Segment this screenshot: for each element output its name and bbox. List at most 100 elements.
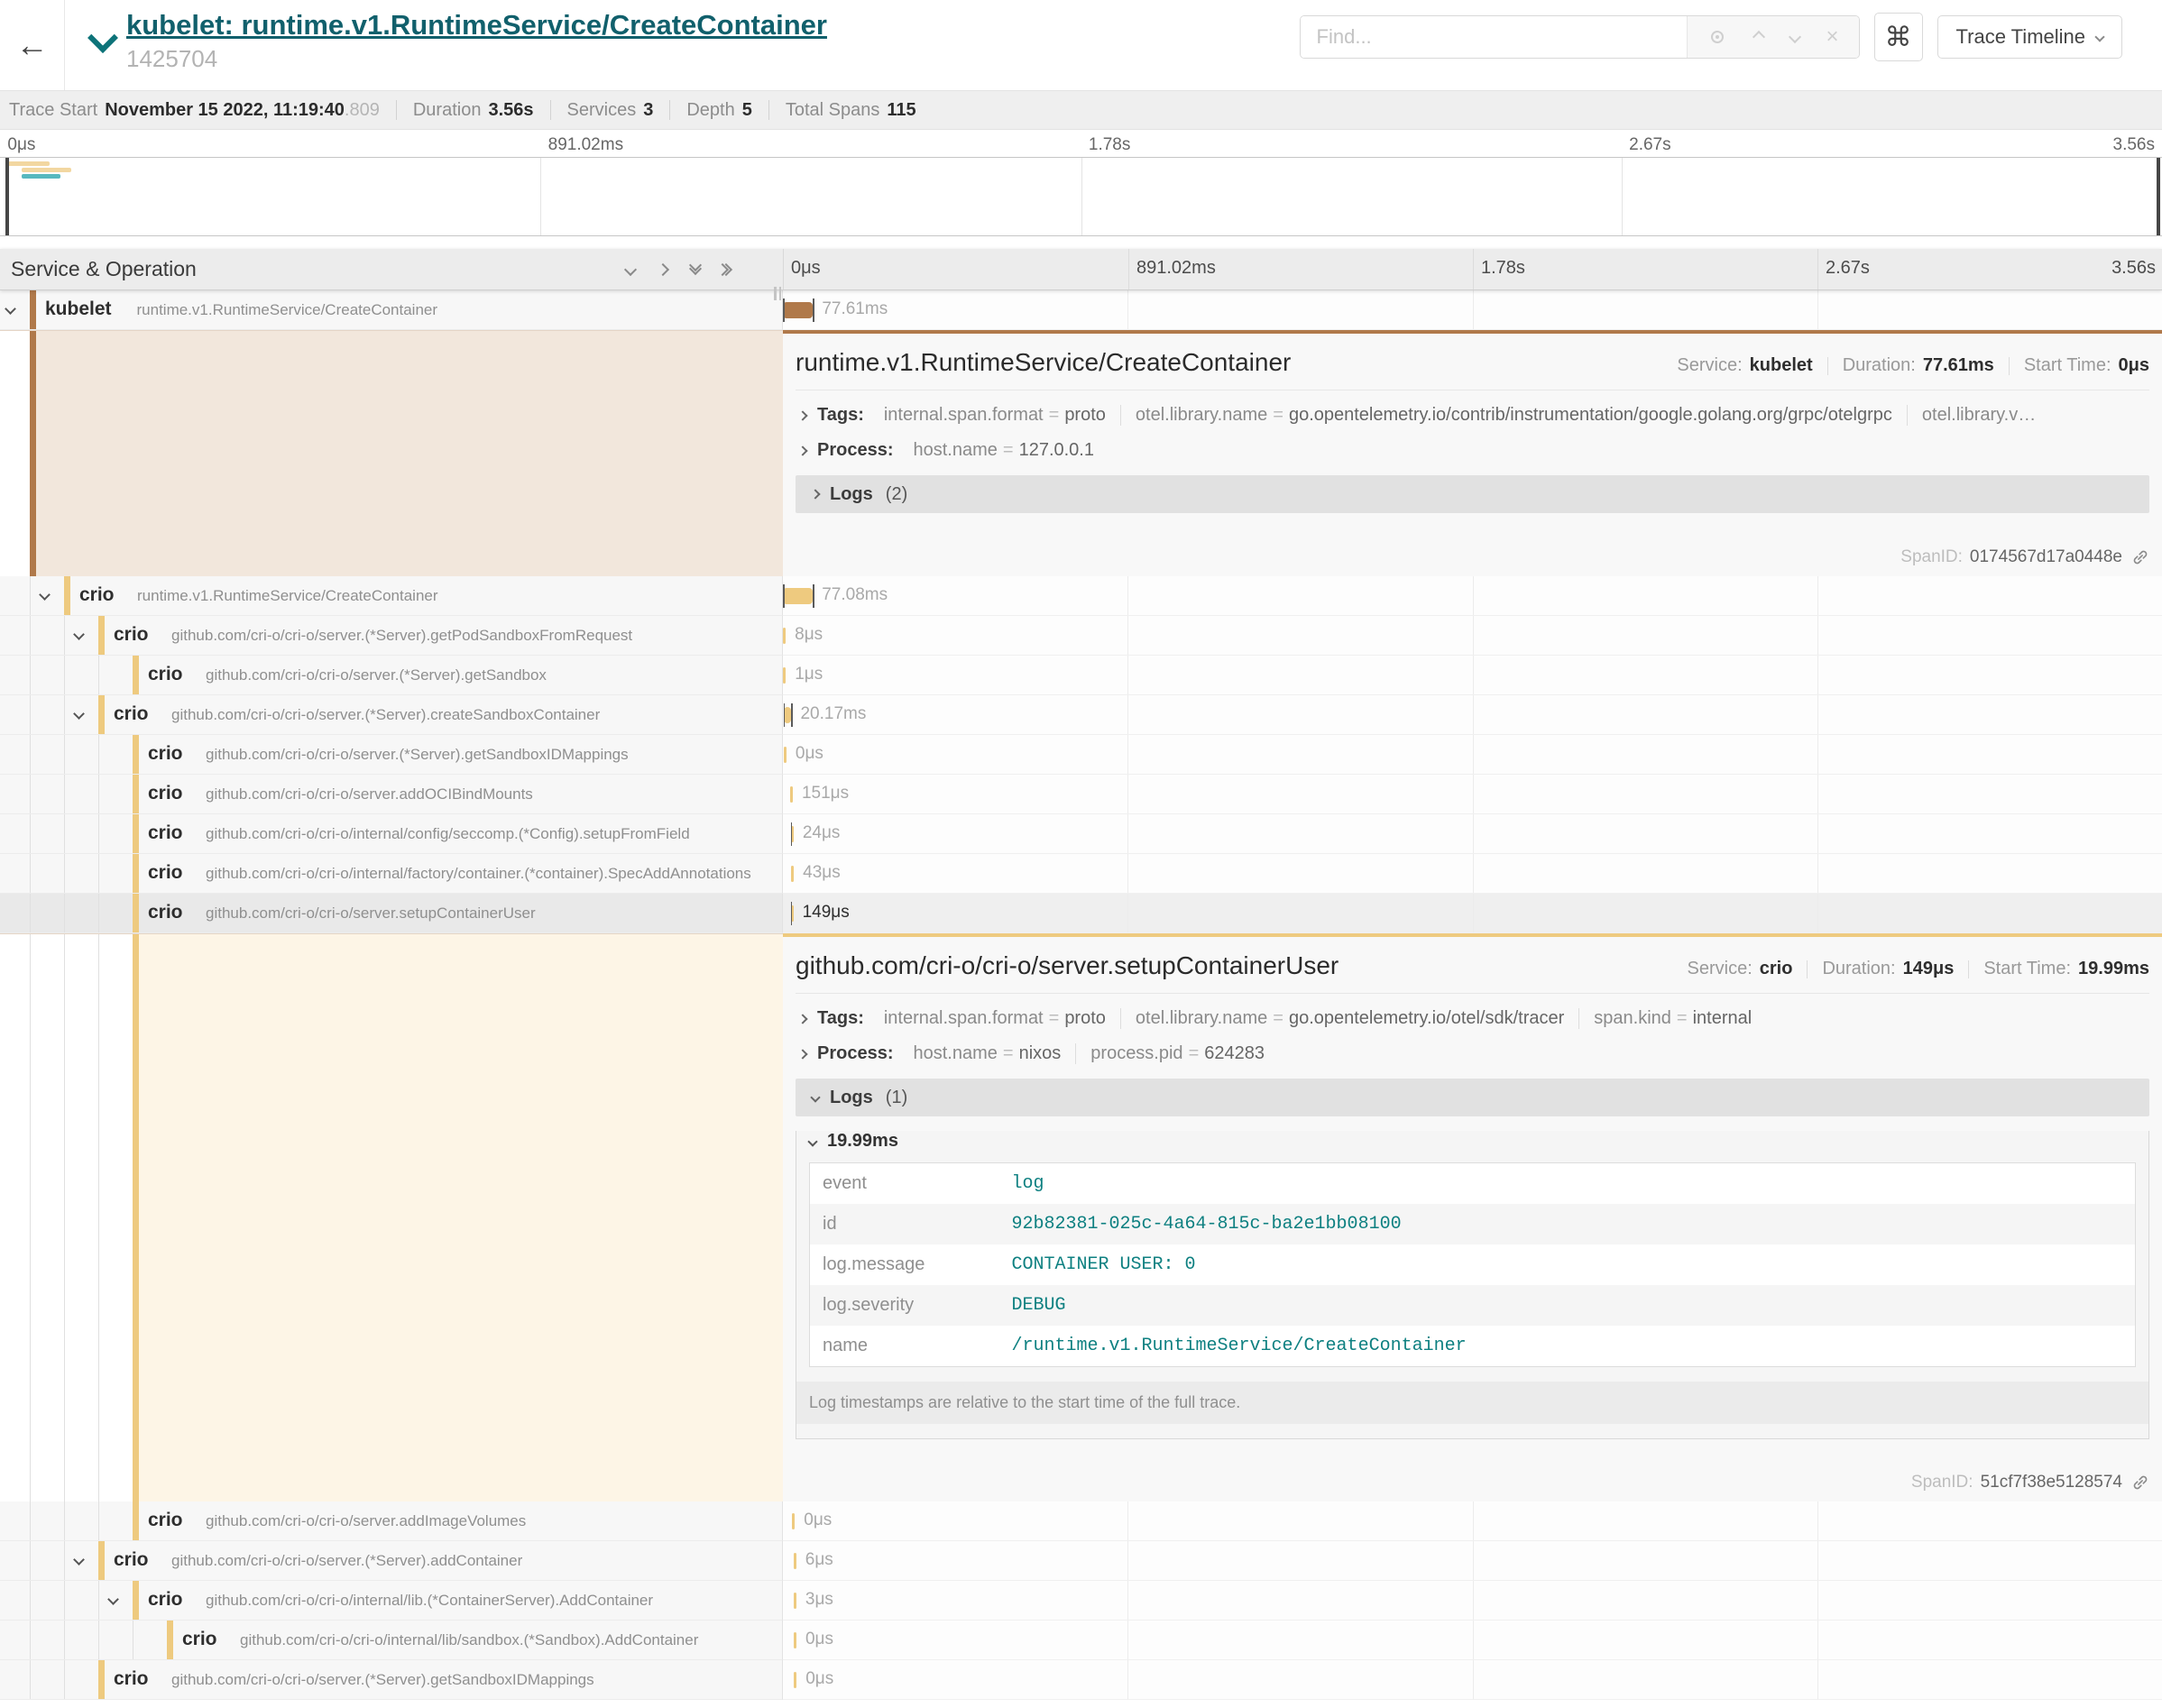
span-name-cell[interactable]: criogithub.com/cri-o/cri-o/server.(*Serv… xyxy=(0,1541,783,1581)
chevron-down-icon[interactable] xyxy=(5,303,16,315)
span-bar[interactable] xyxy=(791,866,794,882)
span-timeline-cell[interactable]: 77.61ms xyxy=(783,290,2162,330)
locate-icon[interactable] xyxy=(1707,27,1727,47)
span-row[interactable]: criogithub.com/cri-o/cri-o/server.(*Serv… xyxy=(0,1541,2162,1581)
span-row[interactable]: criogithub.com/cri-o/cri-o/server.addIma… xyxy=(0,1501,2162,1541)
span-row[interactable]: criogithub.com/cri-o/cri-o/server.setupC… xyxy=(0,894,2162,933)
span-name-cell[interactable]: criogithub.com/cri-o/cri-o/internal/lib.… xyxy=(0,1581,783,1621)
span-bar[interactable] xyxy=(794,1593,796,1609)
span-timeline-cell[interactable]: 3μs xyxy=(783,1581,2162,1621)
span-timeline-cell[interactable]: 0μs xyxy=(783,1501,2162,1541)
logs-section-collapsed[interactable]: Logs (2) xyxy=(796,475,2149,513)
tags-section[interactable]: Tags: internal.span.format=protootel.lib… xyxy=(796,405,2149,426)
tags-section[interactable]: Tags: internal.span.format=protootel.lib… xyxy=(796,1008,2149,1029)
back-button[interactable]: ← xyxy=(0,0,65,90)
span-bar[interactable] xyxy=(794,1672,796,1688)
find-input[interactable] xyxy=(1301,16,1687,58)
span-timeline-cell[interactable]: 77.08ms xyxy=(783,576,2162,616)
span-name-cell[interactable]: criogithub.com/cri-o/cri-o/server.addIma… xyxy=(0,1501,783,1541)
span-name-cell[interactable]: criogithub.com/cri-o/cri-o/server.(*Serv… xyxy=(0,1660,783,1700)
span-timeline-cell[interactable]: 20.17ms xyxy=(783,695,2162,735)
span-name-cell[interactable]: criogithub.com/cri-o/cri-o/internal/lib/… xyxy=(0,1621,783,1660)
span-timeline-cell[interactable]: 1μs xyxy=(783,656,2162,695)
span-name-cell[interactable]: criogithub.com/cri-o/cri-o/server.(*Serv… xyxy=(0,735,783,775)
span-timeline-cell[interactable]: 0μs xyxy=(783,1660,2162,1700)
span-timeline-cell[interactable]: 8μs xyxy=(783,616,2162,656)
log-field-value: CONTAINER USER: 0 xyxy=(999,1244,2136,1285)
chevron-down-icon[interactable] xyxy=(73,629,85,640)
span-bar[interactable] xyxy=(790,786,793,803)
span-timeline-cell[interactable]: 0μs xyxy=(783,1621,2162,1660)
span-row[interactable]: criogithub.com/cri-o/cri-o/internal/lib/… xyxy=(0,1621,2162,1660)
span-row[interactable]: criogithub.com/cri-o/cri-o/server.(*Serv… xyxy=(0,616,2162,656)
span-bar[interactable] xyxy=(794,1632,796,1648)
process-section[interactable]: Process: host.name=127.0.0.1 xyxy=(796,440,2149,461)
span-row[interactable]: criogithub.com/cri-o/cri-o/server.(*Serv… xyxy=(0,656,2162,695)
span-name-cell[interactable]: criogithub.com/cri-o/cri-o/server.(*Serv… xyxy=(0,656,783,695)
overview-right-scrubber[interactable] xyxy=(2157,158,2160,235)
collapse-one-level-icon[interactable] xyxy=(658,265,667,274)
span-row[interactable]: criogithub.com/cri-o/cri-o/internal/fact… xyxy=(0,854,2162,894)
span-row[interactable]: crioruntime.v1.RuntimeService/CreateCont… xyxy=(0,576,2162,616)
find-prev-icon[interactable] xyxy=(1752,31,1764,43)
find-next-icon[interactable] xyxy=(1788,31,1800,43)
chevron-down-icon[interactable] xyxy=(73,708,85,720)
chevron-down-icon[interactable] xyxy=(39,589,51,601)
depth-value: 5 xyxy=(742,100,752,121)
span-name-cell[interactable]: crioruntime.v1.RuntimeService/CreateCont… xyxy=(0,576,783,616)
span-timeline-cell[interactable]: 0μs xyxy=(783,735,2162,775)
span-duration: 20.17ms xyxy=(800,704,866,724)
span-row[interactable]: criogithub.com/cri-o/cri-o/internal/lib.… xyxy=(0,1581,2162,1621)
span-bar[interactable] xyxy=(783,628,786,644)
span-timeline-cell[interactable]: 6μs xyxy=(783,1541,2162,1581)
log-entry-timestamp[interactable]: 19.99ms xyxy=(809,1131,2148,1152)
span-name-cell[interactable]: criogithub.com/cri-o/cri-o/internal/fact… xyxy=(0,854,783,894)
process-section[interactable]: Process: host.name=nixosprocess.pid=6242… xyxy=(796,1043,2149,1064)
span-row[interactable]: criogithub.com/cri-o/cri-o/server.(*Serv… xyxy=(0,695,2162,735)
span-boundary-tick xyxy=(791,822,793,846)
link-icon[interactable] xyxy=(2131,1474,2149,1492)
span-timeline-cell[interactable]: 151μs xyxy=(783,775,2162,814)
jaeger-trace-page: ← kubelet: runtime.v1.RuntimeService/Cre… xyxy=(0,0,2162,1708)
span-name-cell[interactable]: criogithub.com/cri-o/cri-o/server.setupC… xyxy=(0,894,783,933)
span-name-cell[interactable]: criogithub.com/cri-o/cri-o/server.(*Serv… xyxy=(0,695,783,735)
span-name-cell[interactable]: criogithub.com/cri-o/cri-o/internal/conf… xyxy=(0,814,783,854)
collapse-header-chevron-icon[interactable] xyxy=(90,27,114,51)
logs-section-expanded[interactable]: Logs (1) xyxy=(796,1079,2149,1116)
span-bar[interactable] xyxy=(783,302,813,318)
span-name-cell[interactable]: criogithub.com/cri-o/cri-o/server.(*Serv… xyxy=(0,616,783,656)
chevron-right-icon xyxy=(797,1014,807,1024)
span-bar[interactable] xyxy=(792,1513,795,1529)
span-row[interactable]: kubeletruntime.v1.RuntimeService/CreateC… xyxy=(0,290,2162,330)
service-operation-header: Service & Operation xyxy=(11,257,197,281)
span-bar[interactable] xyxy=(783,667,786,684)
span-row[interactable]: criogithub.com/cri-o/cri-o/internal/conf… xyxy=(0,814,2162,854)
keyboard-shortcuts-button[interactable]: ⌘ xyxy=(1874,13,1923,61)
service-color-bar xyxy=(167,1621,173,1659)
trace-title-link[interactable]: kubelet: runtime.v1.RuntimeService/Creat… xyxy=(126,7,827,43)
service-color-bar xyxy=(98,695,105,734)
collapse-all-icon[interactable] xyxy=(723,265,731,274)
span-bar[interactable] xyxy=(784,747,787,763)
span-name-cell[interactable]: criogithub.com/cri-o/cri-o/server.addOCI… xyxy=(0,775,783,814)
span-row[interactable]: criogithub.com/cri-o/cri-o/server.addOCI… xyxy=(0,775,2162,814)
overview-left-scrubber[interactable] xyxy=(5,158,9,235)
link-icon[interactable] xyxy=(2131,548,2149,566)
column-resizer[interactable] xyxy=(774,287,781,300)
chevron-down-icon[interactable] xyxy=(107,1593,119,1605)
span-row[interactable]: criogithub.com/cri-o/cri-o/server.(*Serv… xyxy=(0,735,2162,775)
chevron-down-icon[interactable] xyxy=(73,1554,85,1566)
find-clear-icon[interactable]: × xyxy=(1826,26,1839,48)
view-selector-button[interactable]: Trace Timeline xyxy=(1937,15,2122,59)
span-timeline-cell[interactable]: 149μs xyxy=(783,894,2162,933)
span-bar[interactable] xyxy=(794,1553,796,1569)
overview-canvas[interactable] xyxy=(0,157,2162,236)
span-row[interactable]: criogithub.com/cri-o/cri-o/server.(*Serv… xyxy=(0,1660,2162,1700)
expand-one-level-icon[interactable] xyxy=(626,265,635,274)
span-bar[interactable] xyxy=(783,588,813,604)
expand-all-icon[interactable] xyxy=(691,266,700,273)
span-timeline-cell[interactable]: 24μs xyxy=(783,814,2162,854)
tag-item: otel.library.v… xyxy=(1907,405,2050,426)
span-timeline-cell[interactable]: 43μs xyxy=(783,854,2162,894)
span-name-cell[interactable]: kubeletruntime.v1.RuntimeService/CreateC… xyxy=(0,290,783,330)
